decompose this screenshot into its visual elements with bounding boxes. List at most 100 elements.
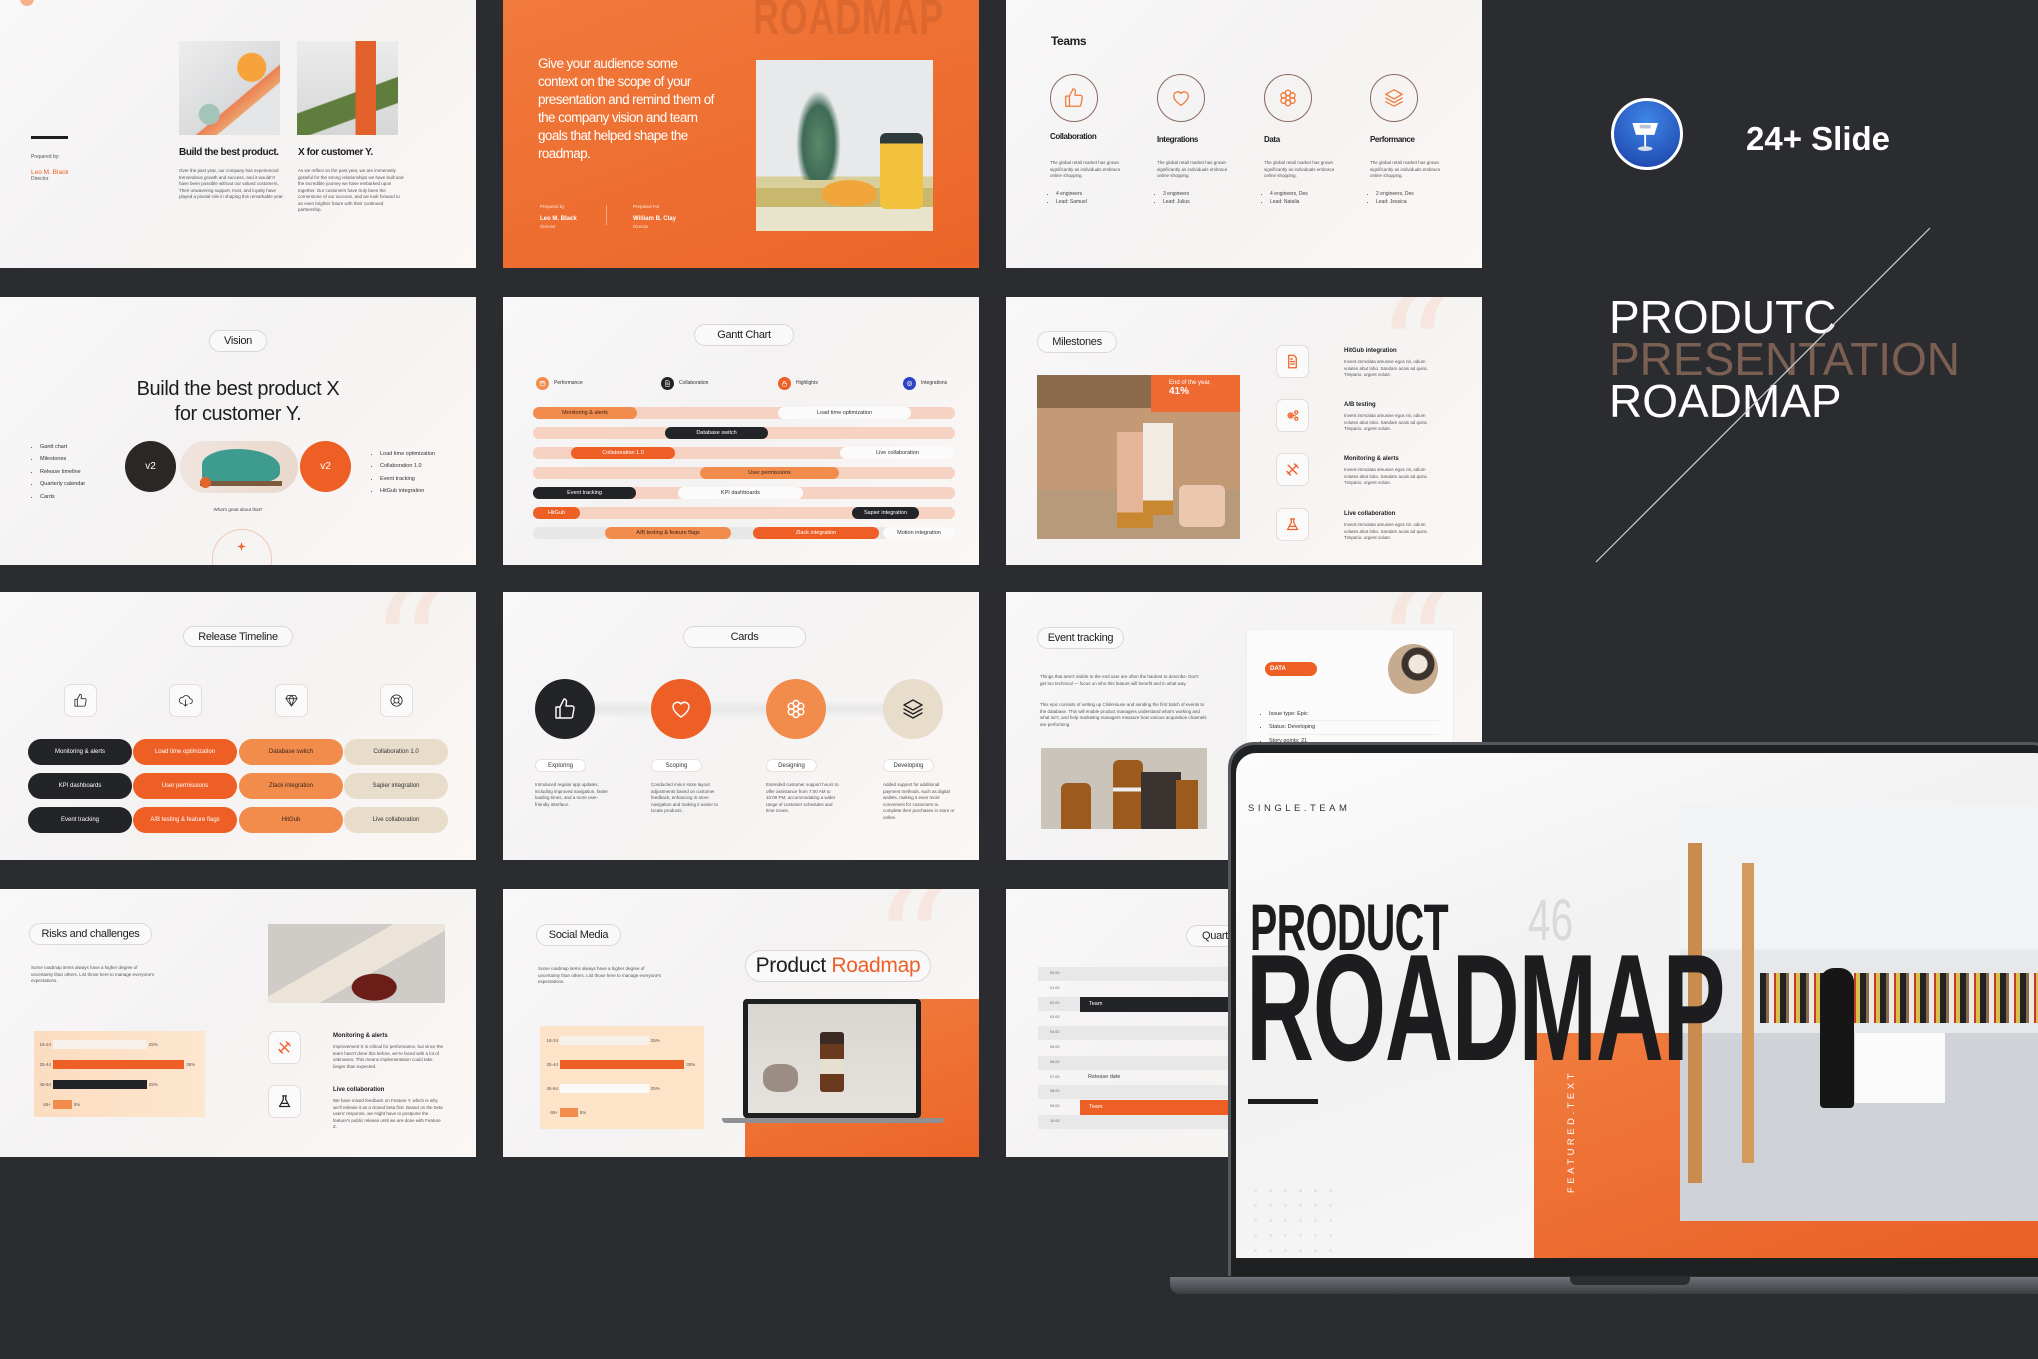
category-label: 65+ <box>550 1110 558 1115</box>
prepared-by-role: Director <box>540 224 556 229</box>
heart-icon <box>1173 91 1189 106</box>
gantt-bar[interactable]: Live collaboration <box>840 447 955 459</box>
badge-value: 41% <box>1169 386 1190 397</box>
bottle <box>1176 780 1198 829</box>
gantt-bar[interactable]: A/B testing & feature flags <box>605 527 731 539</box>
prepared-for-name: William B. Clay <box>633 216 676 222</box>
team-bullet: 2 engineers, Des <box>1376 190 1414 198</box>
card-text: Conducted minor store layout adjustments… <box>651 782 719 813</box>
slide-title-pill: Release Timeline <box>183 626 293 647</box>
decor-shape <box>20 0 34 6</box>
gantt-bar[interactable]: Event tracking <box>533 487 636 499</box>
bar <box>53 1040 147 1049</box>
thumbs-up-icon <box>73 693 88 708</box>
slide-title-pill: Gantt Chart <box>694 324 794 346</box>
release-item[interactable]: HitGub <box>239 807 343 833</box>
slide-social-media[interactable]: “ Social Media Some roadmap items always… <box>503 889 979 1157</box>
release-icon-box <box>64 684 97 717</box>
category-label: 25-44 <box>39 1062 51 1067</box>
slide-vision[interactable]: Vision Build the best product X for cust… <box>0 297 476 565</box>
release-item[interactable]: Collaboration 1.0 <box>344 739 448 765</box>
bottle <box>1113 760 1143 829</box>
headline-product: Product <box>755 954 827 977</box>
milestone-icon-box <box>1276 345 1309 378</box>
slide-context[interactable]: ROADMAP Give your audience some context … <box>503 0 979 268</box>
mango-slice <box>822 180 877 206</box>
slide-title-pill: Vision <box>209 330 267 352</box>
title-underline <box>1248 1099 1318 1104</box>
card-text: Added support for additional payment met… <box>883 782 955 820</box>
gantt-bar[interactable]: HitGub <box>533 507 580 519</box>
category-label: 45-64 <box>546 1086 558 1091</box>
value-label: 5% <box>579 1110 587 1115</box>
gantt-bar[interactable]: Sapier integration <box>852 507 919 519</box>
gantt-bar[interactable]: Monitoring & alerts <box>533 407 637 419</box>
caption: What's great about that? <box>213 507 263 512</box>
team-name: Data <box>1264 135 1280 144</box>
gantt-bar[interactable]: User permissions <box>700 467 839 479</box>
team-bullets: 2 engineers, DesLead: Jessica <box>1376 190 1414 206</box>
prepared-for-label: Prepared For <box>633 204 660 209</box>
release-item[interactable]: Event tracking <box>28 807 132 833</box>
card-heading: X for customer Y. <box>298 147 373 158</box>
thumbs-up-icon <box>553 697 577 721</box>
team-icon-circle <box>1157 74 1205 122</box>
slide-title-pill: Social Media <box>536 924 621 946</box>
presenter-name: Leo M. Black <box>31 169 69 176</box>
release-item[interactable]: User permissions <box>133 773 237 799</box>
slide-cards[interactable]: Cards Exploring Introduced regular app up… <box>503 592 979 860</box>
slide-title-pill: Milestones <box>1037 331 1117 353</box>
bottle <box>1061 783 1091 829</box>
laptop-screen: SINGLE.TEAM PRODUCT 46 ROADMAP FEATURED.… <box>1236 753 2038 1258</box>
slide-milestones[interactable]: “ Milestones End of the year, 41% HitGub… <box>1006 297 1482 565</box>
jar <box>1179 485 1225 527</box>
slide-release-timeline[interactable]: “ Release Timeline Monitoring & alerts KP… <box>0 592 476 860</box>
release-item[interactable]: KPI dashboards <box>28 773 132 799</box>
legend-icon <box>903 377 916 390</box>
slide-intro[interactable]: Build the best product. Over the past ye… <box>0 0 476 268</box>
risk-desc: We have mixed feedback on Feature Y, whi… <box>333 1098 443 1129</box>
divider-line <box>606 205 607 225</box>
release-item[interactable]: A/B testing & feature flags <box>133 807 237 833</box>
release-item[interactable]: Database switch <box>239 739 343 765</box>
slide-gantt[interactable]: Gantt Chart Performance Collaboration High… <box>503 297 979 565</box>
team-bullet: 4 engineers, Des <box>1270 190 1308 198</box>
gantt-bar[interactable]: Collaboration 1.0 <box>571 447 675 459</box>
bullet-item: Issue type: Epic <box>1269 708 1439 722</box>
release-item[interactable]: Load time optimization <box>133 739 237 765</box>
release-item[interactable]: Live collaboration <box>344 807 448 833</box>
time-label: 02.00 <box>1050 1000 1060 1005</box>
gantt-bar[interactable]: Motion integration <box>883 527 955 539</box>
lifebuoy-icon <box>389 693 404 708</box>
heart-icon <box>669 697 693 721</box>
team-icon-circle <box>1264 74 1312 122</box>
laptop-mockup-small <box>743 999 921 1118</box>
headline-line: for customer Y. <box>174 403 302 425</box>
gantt-bar[interactable]: Zlack integration <box>753 527 879 539</box>
category-label: 25-44 <box>546 1062 558 1067</box>
context-text: Give your audience some context on the s… <box>538 56 714 161</box>
shoe-sole <box>200 481 282 486</box>
milestone-desc: Invent immolata amusive egos nit, odium … <box>1344 413 1428 431</box>
release-item[interactable]: Monitoring & alerts <box>28 739 132 765</box>
headline-line: Build the best product X <box>136 378 340 400</box>
team-name: Integrations <box>1157 135 1198 144</box>
slide-title-pill: Risks and challenges <box>29 923 152 945</box>
risks-text: Some roadmap items always have a higher … <box>31 965 155 983</box>
thumbs-up-icon <box>1065 88 1083 107</box>
prepared-for-role: Director <box>633 224 649 229</box>
title-roadmap: ROADMAP <box>1246 923 1725 1093</box>
team-bullet: 4 engineers <box>1056 190 1087 198</box>
headline: Build the best product X for customer Y. <box>0 377 476 427</box>
gantt-bar[interactable]: Database switch <box>665 427 768 439</box>
gantt-bar[interactable]: KPI dashboards <box>678 487 803 499</box>
slide-teams[interactable]: Teams Collaboration The global retail mar… <box>1006 0 1482 268</box>
release-item[interactable]: Zlack integration <box>239 773 343 799</box>
featured-text: FEATURED.TEXT <box>1566 1070 1577 1193</box>
card-label-pill: Exploring <box>535 759 586 772</box>
laptop-base-small <box>722 1118 944 1123</box>
team-name: Performance <box>1370 135 1415 144</box>
gantt-bar[interactable]: Load time optimization <box>778 407 911 419</box>
slide-risks[interactable]: Risks and challenges Some roadmap items … <box>0 889 476 1157</box>
release-item[interactable]: Sapier integration <box>344 773 448 799</box>
